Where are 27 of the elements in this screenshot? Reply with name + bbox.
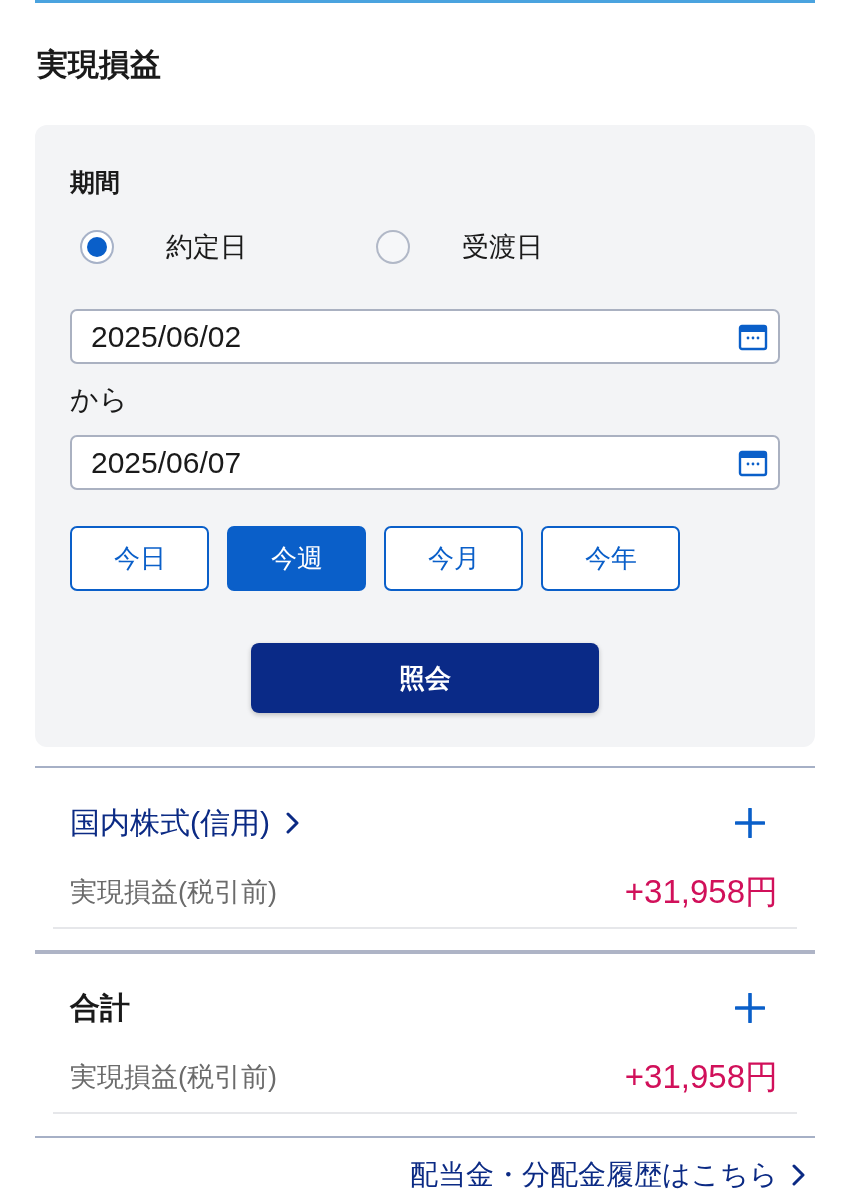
chevron-right-icon[interactable] [286,812,299,834]
radio-label[interactable]: 約定日 [166,229,247,265]
calendar-icon[interactable] [738,448,768,477]
page-title: 実現損益 [37,46,162,84]
radio-button[interactable] [80,230,114,264]
period-preset-button[interactable]: 今月 [384,526,523,591]
period-preset-button[interactable]: 今年 [541,526,680,591]
date-field[interactable]: 2025/06/02 [70,309,780,364]
range-label: から [70,383,129,417]
plus-icon[interactable] [735,808,765,838]
history-link[interactable]: 配当金・分配金履歴はこちら [410,1155,805,1195]
search-button[interactable]: 照会 [251,643,599,713]
period-preset-button[interactable]: 今日 [70,526,209,591]
radio-label[interactable]: 受渡日 [462,229,543,265]
chevron-right-icon[interactable] [792,1164,805,1186]
row-label: 実現損益(税引前) [70,1061,277,1094]
date-field[interactable]: 2025/06/07 [70,435,780,490]
calendar-icon[interactable] [738,322,768,351]
plus-icon[interactable] [735,993,765,1023]
profit-value: +31,958円 [624,871,778,912]
period-preset-button[interactable]: 今週 [227,526,366,591]
period-label: 期間 [70,167,121,198]
radio-button[interactable] [376,230,410,264]
section-title: 合計 [70,990,130,1026]
profit-value: +31,958円 [624,1056,778,1097]
row-label: 実現損益(税引前) [70,876,277,909]
category-link[interactable]: 国内株式(信用) [70,801,299,845]
